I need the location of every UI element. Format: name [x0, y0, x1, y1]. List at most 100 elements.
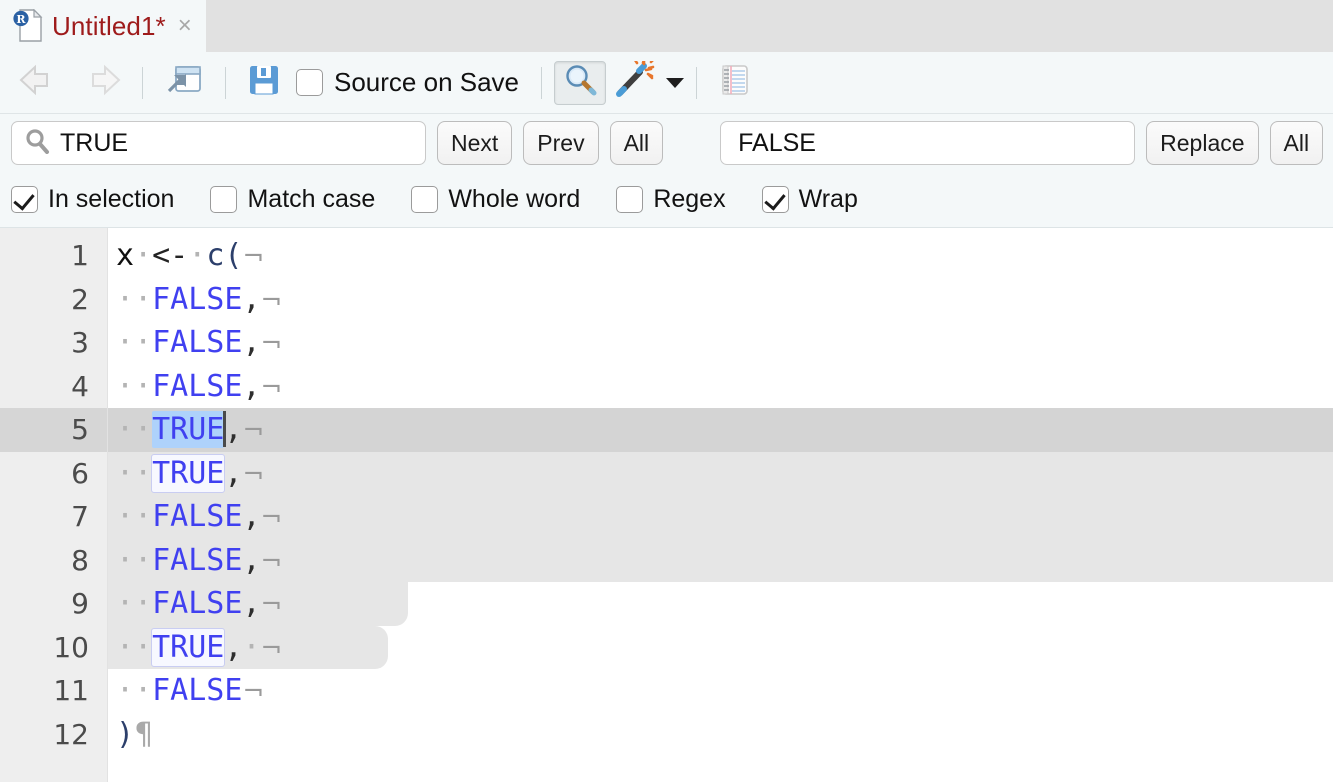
- whitespace-dot: ·: [134, 281, 153, 317]
- code-line-1[interactable]: x·<-·c(¬: [108, 234, 1333, 278]
- forward-arrow-icon: [77, 63, 123, 102]
- code-editor[interactable]: 1 2 3 4 5 6 7 8 9 10 11 12 x·<-·c(¬ ··FA…: [0, 228, 1333, 782]
- search-match: TRUE: [151, 627, 226, 667]
- find-options-row: In selection Match case Whole word Regex…: [0, 172, 1333, 228]
- code-line-11[interactable]: ··FALSE¬: [108, 669, 1333, 713]
- gutter-line-5: 5: [0, 408, 107, 452]
- back-arrow-icon: [17, 63, 63, 102]
- editor-tab-untitled1[interactable]: R Untitled1* ×: [0, 0, 206, 52]
- whitespace-dot: ·: [116, 499, 135, 534]
- show-in-new-window-button[interactable]: [155, 61, 213, 105]
- newline-glyph: ¬: [260, 285, 283, 316]
- option-whole-word[interactable]: Whole word: [411, 185, 580, 214]
- code-content-area[interactable]: x·<-·c(¬ ··FALSE,¬ ··FALSE,¬ ··FALSE,¬ ·…: [108, 228, 1333, 782]
- notebook-compile-report-icon: [716, 61, 752, 104]
- newline-glyph: ¬: [260, 590, 283, 620]
- code-line-2[interactable]: ··FALSE,¬: [108, 278, 1333, 322]
- toolbar-divider-3: [541, 66, 543, 99]
- option-wrap[interactable]: Wrap: [761, 185, 858, 214]
- toolbar-divider-4: [696, 66, 698, 99]
- find-replace-bar: Next Prev All Replace All: [0, 114, 1333, 172]
- whitespace-dot: ·: [242, 629, 261, 665]
- back-button[interactable]: [10, 61, 70, 105]
- line-number-gutter: 1 2 3 4 5 6 7 8 9 10 11 12: [0, 228, 108, 782]
- whitespace-dot: ·: [116, 629, 135, 665]
- compile-report-button[interactable]: [709, 61, 759, 105]
- wrap-checkbox[interactable]: [761, 186, 789, 213]
- in-selection-checkbox[interactable]: [11, 186, 38, 213]
- search-input[interactable]: [60, 128, 415, 158]
- newline-glyph: ¬: [242, 677, 265, 707]
- find-prev-button[interactable]: Prev: [523, 121, 599, 165]
- editor-toolbar: Source on Save: [0, 52, 1333, 114]
- code-token-boolean: FALSE: [152, 673, 243, 708]
- chevron-down-icon[interactable]: [666, 77, 685, 88]
- show-in-new-window-icon: [162, 61, 206, 104]
- code-token-boolean: FALSE: [152, 368, 243, 404]
- whole-word-label: Whole word: [448, 185, 581, 213]
- regex-label: Regex: [653, 185, 726, 213]
- replace-button[interactable]: Replace: [1146, 121, 1259, 165]
- whitespace-dot: ·: [116, 325, 135, 360]
- find-next-button[interactable]: Next: [437, 121, 513, 165]
- code-line-4[interactable]: ··FALSE,¬: [108, 365, 1333, 409]
- gutter-line-2: 2: [71, 282, 89, 316]
- code-token-boolean: FALSE: [152, 499, 243, 534]
- code-token-comma: ,: [242, 586, 261, 621]
- whitespace-dot: ·: [134, 673, 153, 708]
- code-line-5[interactable]: ··TRUE,¬: [108, 408, 1333, 452]
- forward-button[interactable]: [70, 61, 130, 105]
- match-case-checkbox[interactable]: [210, 186, 238, 213]
- replace-input[interactable]: [738, 128, 1125, 158]
- whitespace-dot: ·: [116, 281, 135, 317]
- save-button[interactable]: [238, 61, 290, 105]
- code-line-9[interactable]: ··FALSE,¬: [108, 582, 1333, 626]
- replace-all-button[interactable]: All: [1269, 121, 1324, 165]
- newline-glyph: ¬: [260, 372, 283, 403]
- newline-glyph: ¬: [260, 633, 283, 664]
- whitespace-dot: ·: [116, 586, 135, 621]
- whitespace-dot: ·: [134, 499, 153, 534]
- newline-glyph: ¬: [260, 503, 283, 533]
- code-token-boolean: FALSE: [152, 281, 243, 317]
- newline-glyph: ¬: [242, 242, 265, 272]
- code-token-comma: ,: [224, 629, 243, 665]
- editor-tab-label: Untitled1*: [52, 10, 166, 41]
- code-line-8[interactable]: ··FALSE,¬: [108, 539, 1333, 583]
- code-token-comma: ,: [224, 412, 243, 447]
- find-field-wrapper[interactable]: [11, 121, 426, 165]
- find-all-button[interactable]: All: [609, 121, 664, 165]
- find-replace-button[interactable]: [554, 60, 607, 105]
- code-token-comma: ,: [242, 368, 261, 404]
- gutter-line-8: 8: [0, 538, 107, 582]
- code-tools-button[interactable]: [606, 57, 662, 105]
- code-line-12[interactable]: )¶: [108, 713, 1333, 757]
- search-match-active: TRUE: [152, 411, 225, 448]
- whitespace-dot: ·: [116, 673, 135, 708]
- magnifier-find-replace-icon: [561, 61, 599, 104]
- close-icon[interactable]: ×: [175, 14, 192, 38]
- code-token-comma: ,: [242, 325, 261, 360]
- newline-glyph: ¬: [260, 546, 283, 577]
- code-line-3[interactable]: ··FALSE,¬: [108, 321, 1333, 365]
- option-regex[interactable]: Regex: [616, 185, 726, 214]
- replace-field-wrapper[interactable]: [720, 121, 1136, 165]
- code-line-10[interactable]: ··TRUE,·¬: [108, 626, 1333, 670]
- source-on-save-label: Source on Save: [334, 67, 520, 97]
- source-on-save-checkbox[interactable]: [296, 69, 323, 96]
- gutter-line-9: 9: [0, 582, 107, 626]
- option-match-case[interactable]: Match case: [210, 185, 375, 214]
- code-token-close-paren: ): [116, 716, 135, 752]
- whole-word-checkbox[interactable]: [411, 186, 439, 213]
- code-line-7[interactable]: ··FALSE,¬: [108, 495, 1333, 539]
- code-token-paren: (: [224, 238, 243, 273]
- whitespace-dot: ·: [134, 238, 153, 273]
- code-token-assign: <-: [152, 238, 189, 273]
- code-token-comma: ,: [242, 542, 261, 578]
- code-token-boolean: FALSE: [152, 586, 243, 621]
- source-on-save-toggle[interactable]: Source on Save: [296, 67, 519, 98]
- code-line-6[interactable]: ··TRUE,¬: [108, 452, 1333, 496]
- regex-checkbox[interactable]: [616, 186, 644, 213]
- option-in-selection[interactable]: In selection: [11, 185, 174, 214]
- save-floppy-icon: [245, 61, 283, 104]
